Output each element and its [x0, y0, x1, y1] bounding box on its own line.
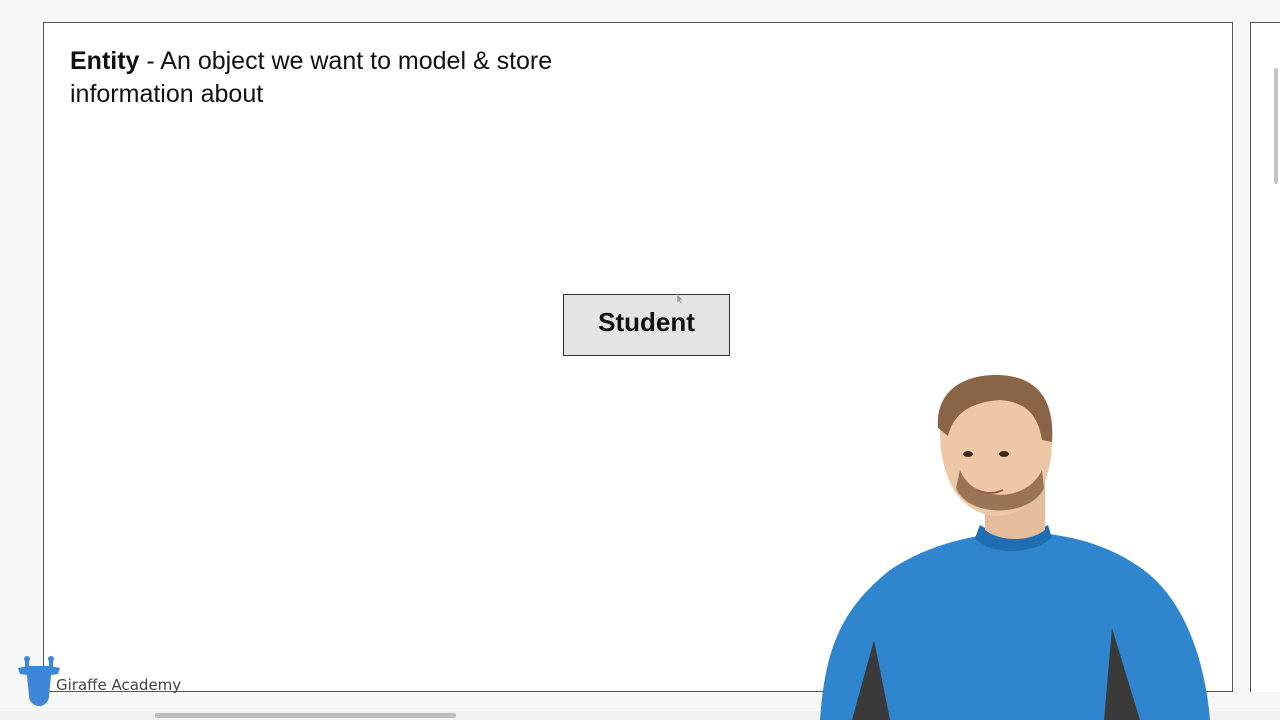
vertical-scrollbar[interactable]	[1274, 68, 1278, 184]
brand-watermark: Giraffe Academy	[16, 656, 181, 706]
heading-definition: - An object we want to model & store inf…	[70, 47, 553, 108]
slide-heading: Entity - An object we want to model & st…	[70, 45, 570, 111]
heading-term: Entity	[70, 47, 140, 75]
entity-label: Student	[598, 306, 695, 337]
mouse-cursor-icon	[676, 294, 684, 304]
horizontal-scrollbar-thumb[interactable]	[155, 713, 456, 718]
presenter-video	[820, 374, 1210, 720]
video-frame: Entity - An object we want to model & st…	[0, 0, 1280, 720]
brand-name: Giraffe Academy	[56, 675, 182, 694]
entity-box-student[interactable]: Student	[563, 294, 730, 356]
